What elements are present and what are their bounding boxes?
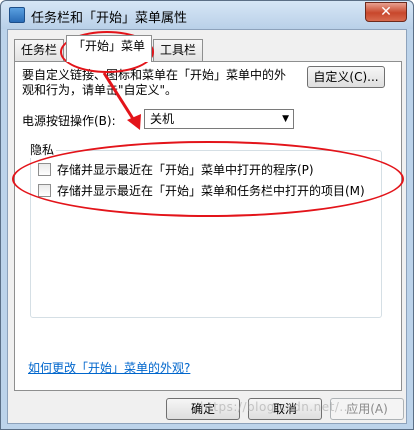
annotation-arrow [102,72,141,130]
watermark: https://blog.csdn.net/... [200,400,353,414]
tab-start-menu[interactable]: 「开始」菜单 [66,35,153,62]
